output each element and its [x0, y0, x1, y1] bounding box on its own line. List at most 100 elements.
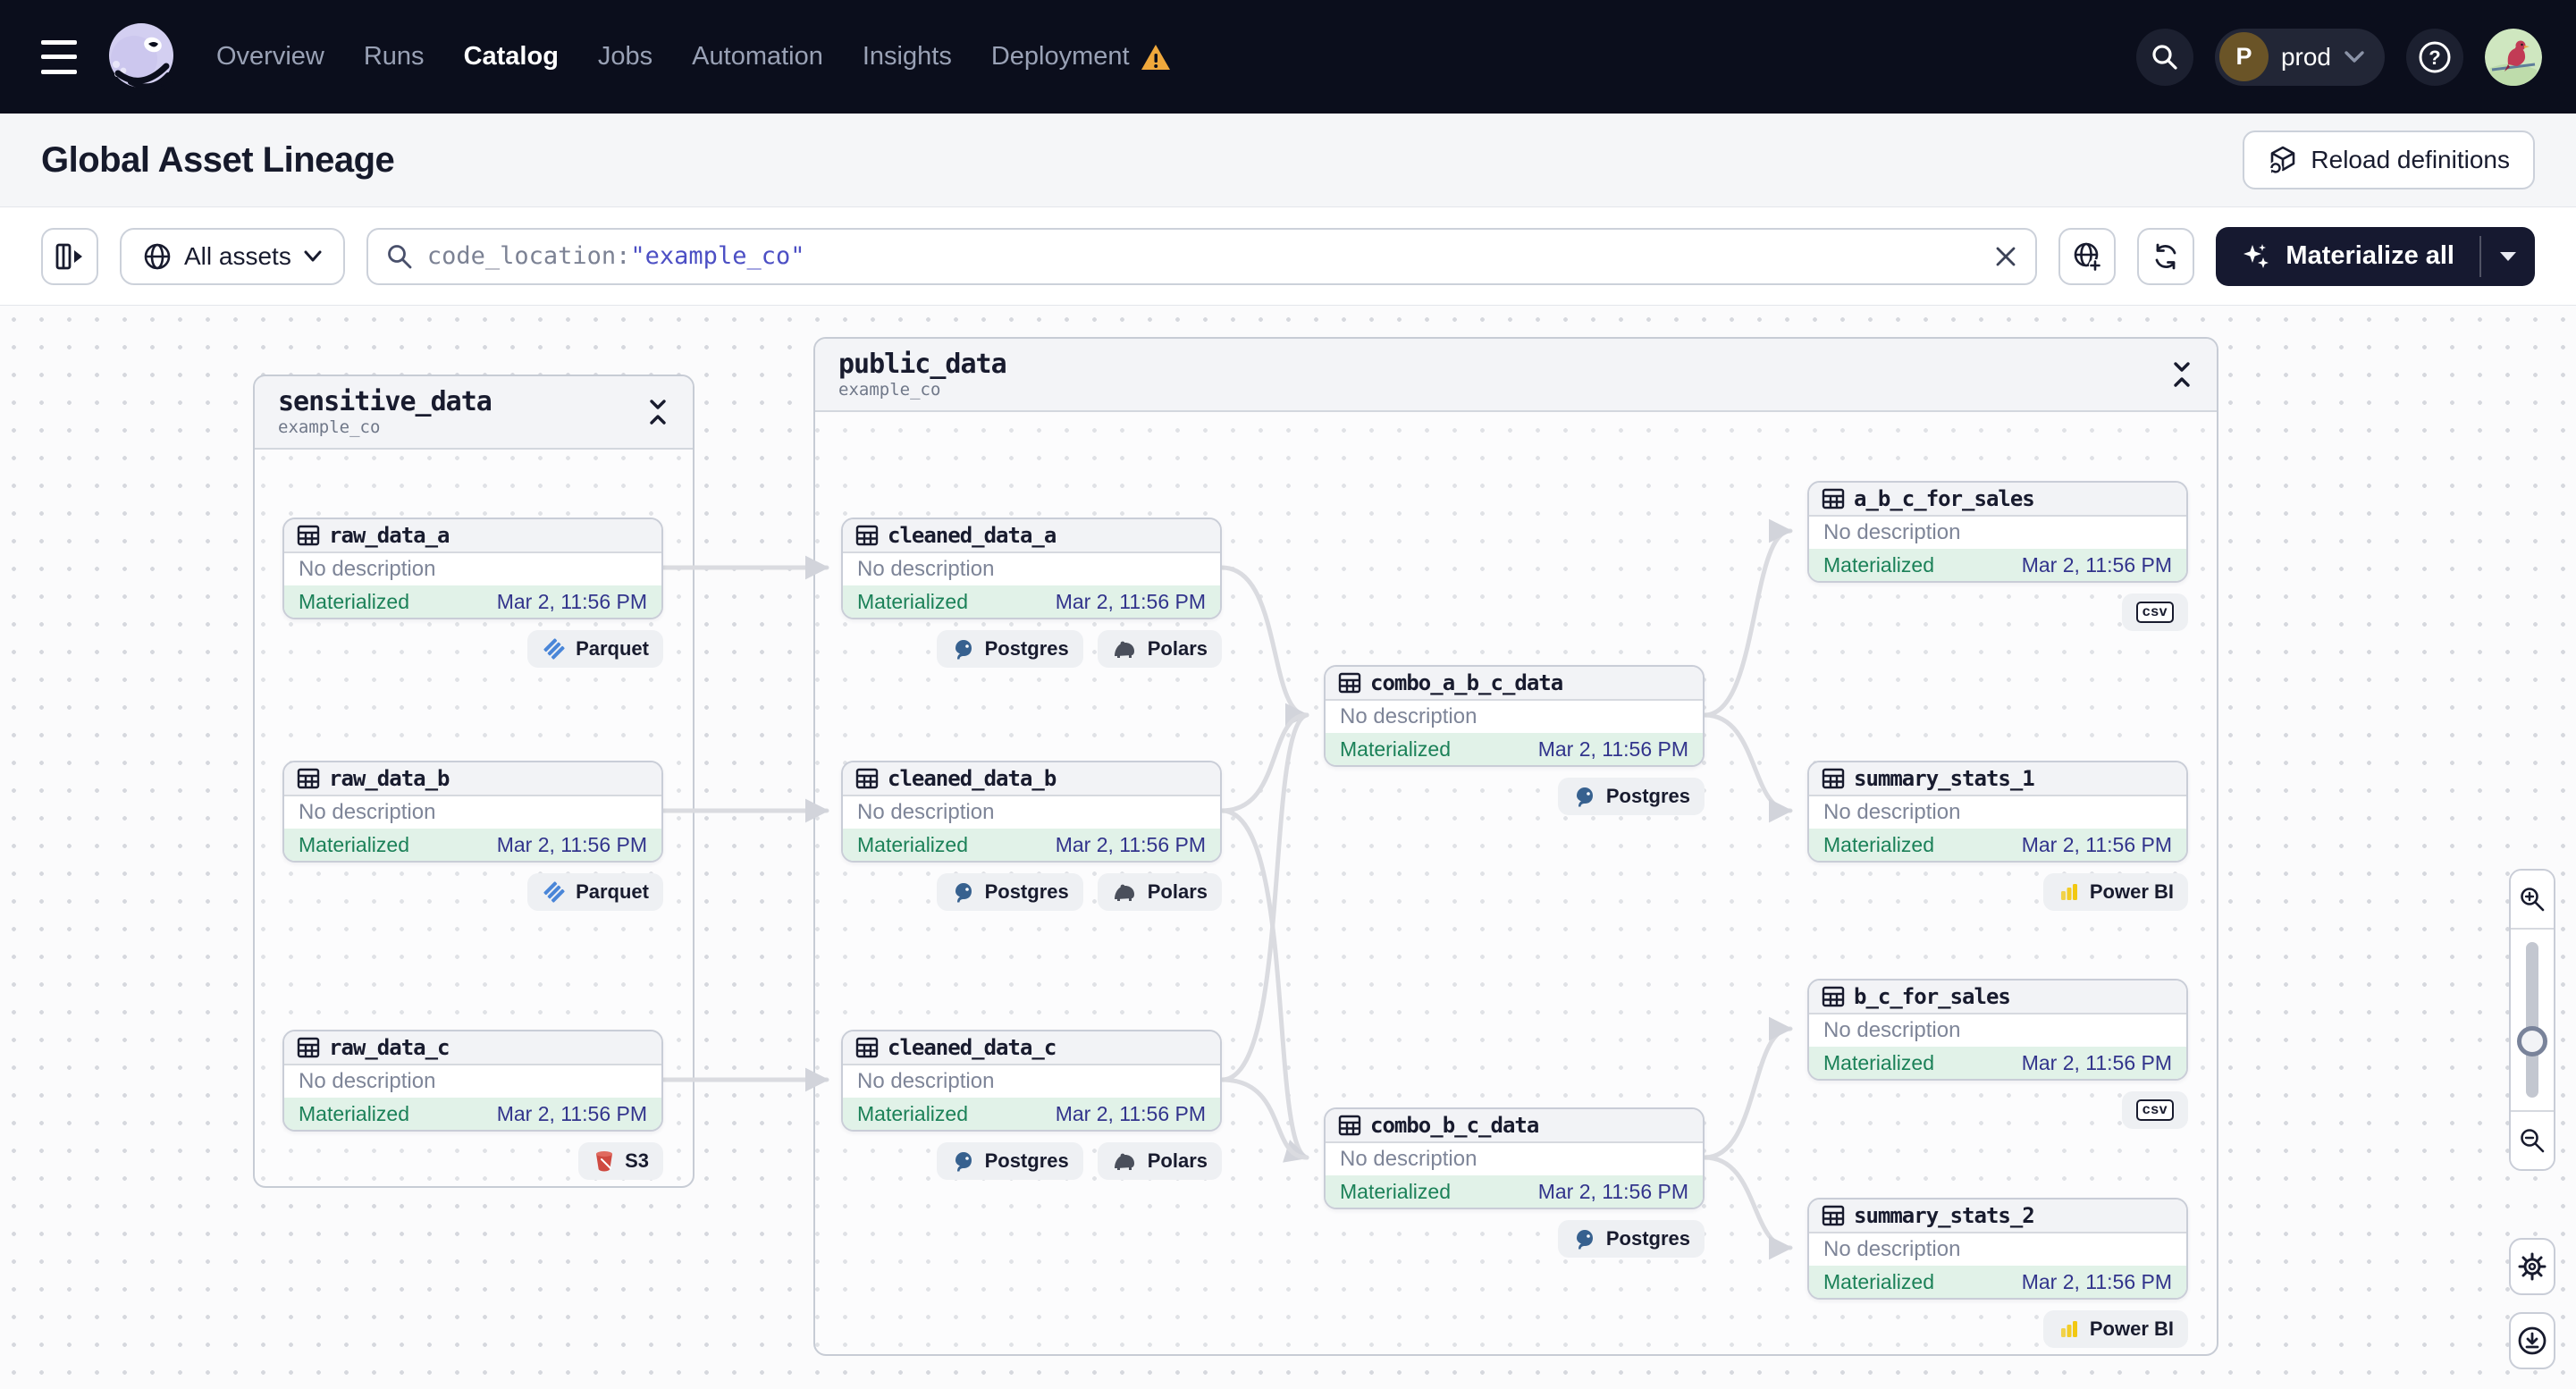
kind-badge-parquet[interactable]: Parquet: [527, 873, 663, 911]
nav-item-automation[interactable]: Automation: [692, 42, 823, 72]
polars-icon: [1114, 1153, 1134, 1170]
asset-node-summary-stats-1[interactable]: summary_stats_1 No description Materiali…: [1807, 761, 2188, 911]
kind-badge-postgres[interactable]: Postgres: [936, 873, 1083, 911]
menu-icon[interactable]: [34, 37, 84, 78]
status-timestamp: Mar 2, 11:56 PM: [2021, 552, 2172, 577]
status-label: Materialized: [1823, 832, 1934, 856]
materialize-all-button[interactable]: Materialize all: [2216, 227, 2479, 286]
graph-settings-button[interactable]: [2509, 1238, 2555, 1295]
polars-icon: [1114, 884, 1134, 901]
asset-node-a-b-c-for-sales[interactable]: a_b_c_for_sales No description Materiali…: [1807, 481, 2188, 631]
nav-item-catalog[interactable]: Catalog: [464, 42, 559, 72]
asset-node-header: cleaned_data_b: [843, 762, 1220, 796]
asset-node-cleaned-data-c[interactable]: cleaned_data_c No description Materializ…: [841, 1030, 1222, 1180]
kind-badge-csv[interactable]: csv: [2121, 1091, 2188, 1129]
asset-node-header: combo_b_c_data: [1326, 1109, 1703, 1143]
gear-icon: [2518, 1252, 2547, 1281]
kind-badge-csv[interactable]: csv: [2121, 593, 2188, 631]
open-sidebar-button[interactable]: [41, 227, 98, 285]
download-graph-button[interactable]: [2509, 1312, 2555, 1369]
group-header-public-data[interactable]: public_data example_co: [815, 339, 2217, 412]
nav-item-deployment[interactable]: Deployment: [991, 42, 1171, 72]
asset-description: No description: [843, 553, 1220, 585]
environment-switcher[interactable]: P prod: [2214, 28, 2385, 86]
zoom-slider-track[interactable]: [2526, 942, 2538, 1098]
status-timestamp: Mar 2, 11:56 PM: [2021, 1269, 2172, 1293]
reload-definitions-icon: [2269, 146, 2295, 175]
user-avatar[interactable]: [2485, 28, 2542, 86]
save-view-button[interactable]: [2058, 227, 2117, 285]
kind-badge-polars[interactable]: Polars: [1097, 1142, 1222, 1180]
asset-node-raw-data-a[interactable]: raw_data_a No description Materialized M…: [282, 518, 663, 668]
nav-item-runs[interactable]: Runs: [364, 42, 425, 72]
clear-search-icon[interactable]: [1994, 245, 2017, 268]
status-timestamp: Mar 2, 11:56 PM: [1537, 1179, 1688, 1203]
status-timestamp: Mar 2, 11:56 PM: [1055, 832, 1206, 856]
asset-node-header: raw_data_b: [284, 762, 661, 796]
asset-status-row: Materialized Mar 2, 11:56 PM: [843, 585, 1220, 618]
collapse-group-icon[interactable]: [646, 399, 669, 425]
kind-badge-postgres[interactable]: Postgres: [1557, 778, 1705, 815]
kind-badge-powerbi[interactable]: Power BI: [2042, 1310, 2188, 1348]
asset-description: No description: [1809, 796, 2186, 829]
asset-node-raw-data-b[interactable]: raw_data_b No description Materialized M…: [282, 761, 663, 911]
nav-item-insights[interactable]: Insights: [863, 42, 952, 72]
nav-item-overview[interactable]: Overview: [216, 42, 324, 72]
kind-badge-powerbi[interactable]: Power BI: [2042, 873, 2188, 911]
kind-badge-label: Parquet: [576, 880, 649, 903]
status-label: Materialized: [299, 1101, 409, 1125]
table-icon: [855, 768, 879, 789]
globe-plus-icon: [2075, 242, 2102, 272]
asset-status-row: Materialized Mar 2, 11:56 PM: [284, 1098, 661, 1130]
asset-scope-dropdown[interactable]: All assets: [120, 227, 345, 285]
asset-node-combo-a-b-c-data[interactable]: combo_a_b_c_data No description Material…: [1324, 665, 1705, 815]
kind-badge-label: Postgres: [1605, 1227, 1690, 1250]
group-header-sensitive-data[interactable]: sensitive_data example_co: [255, 376, 693, 450]
reload-definitions-label: Reload definitions: [2311, 146, 2510, 173]
asset-node-combo-b-c-data[interactable]: combo_b_c_data No description Materializ…: [1324, 1107, 1705, 1258]
question-icon: ?: [2419, 41, 2451, 72]
group-name: sensitive_data: [278, 386, 492, 417]
kind-badge-postgres[interactable]: Postgres: [1557, 1220, 1705, 1258]
refresh-button[interactable]: [2137, 227, 2195, 285]
asset-search-input[interactable]: code_location: "example_co": [366, 227, 2038, 285]
zoom-in-button[interactable]: [2511, 871, 2554, 930]
dagster-logo[interactable]: [104, 20, 179, 95]
asset-node-header: b_c_for_sales: [1809, 981, 2186, 1014]
asset-node-summary-stats-2[interactable]: summary_stats_2 No description Materiali…: [1807, 1198, 2188, 1348]
status-timestamp: Mar 2, 11:56 PM: [496, 589, 647, 613]
asset-status-row: Materialized Mar 2, 11:56 PM: [1326, 1175, 1703, 1208]
kind-badge-s3[interactable]: S3: [578, 1142, 663, 1180]
search-button[interactable]: [2135, 28, 2193, 86]
asset-description: No description: [843, 796, 1220, 829]
kind-badge-postgres[interactable]: Postgres: [936, 630, 1083, 668]
zoom-slider-handle[interactable]: [2517, 1026, 2547, 1056]
zoom-slider[interactable]: [2511, 930, 2554, 1110]
asset-node-cleaned-data-b[interactable]: cleaned_data_b No description Materializ…: [841, 761, 1222, 911]
powerbi-icon: [2060, 1321, 2077, 1337]
asset-name: combo_b_c_data: [1370, 1113, 1539, 1138]
collapse-group-icon[interactable]: [2170, 361, 2193, 388]
asset-node-b-c-for-sales[interactable]: b_c_for_sales No description Materialize…: [1807, 979, 2188, 1129]
asset-name: b_c_for_sales: [1854, 984, 2011, 1009]
zoom-controls: [2509, 869, 2555, 1171]
kind-badge-polars[interactable]: Polars: [1097, 873, 1222, 911]
asset-node-raw-data-c[interactable]: raw_data_c No description Materialized M…: [282, 1030, 663, 1180]
group-code-location: example_co: [278, 417, 381, 437]
parquet-icon: [543, 881, 565, 903]
materialize-options-button[interactable]: [2481, 227, 2535, 286]
environment-label: prod: [2280, 42, 2331, 71]
kind-badge-parquet[interactable]: Parquet: [527, 630, 663, 668]
table-icon: [1822, 1205, 1845, 1226]
nav-item-jobs[interactable]: Jobs: [598, 42, 652, 72]
zoom-out-button[interactable]: [2511, 1110, 2554, 1169]
reload-definitions-button[interactable]: Reload definitions: [2243, 130, 2535, 189]
asset-node-cleaned-data-a[interactable]: cleaned_data_a No description Materializ…: [841, 518, 1222, 668]
help-button[interactable]: ?: [2406, 28, 2463, 86]
globe-icon: [144, 243, 171, 269]
lineage-canvas[interactable]: sensitive_data example_co public_data ex…: [0, 306, 2576, 1389]
kind-badge-postgres[interactable]: Postgres: [936, 1142, 1083, 1180]
postgres-icon: [1576, 1230, 1593, 1250]
asset-node-header: raw_data_c: [284, 1031, 661, 1065]
kind-badge-polars[interactable]: Polars: [1097, 630, 1222, 668]
